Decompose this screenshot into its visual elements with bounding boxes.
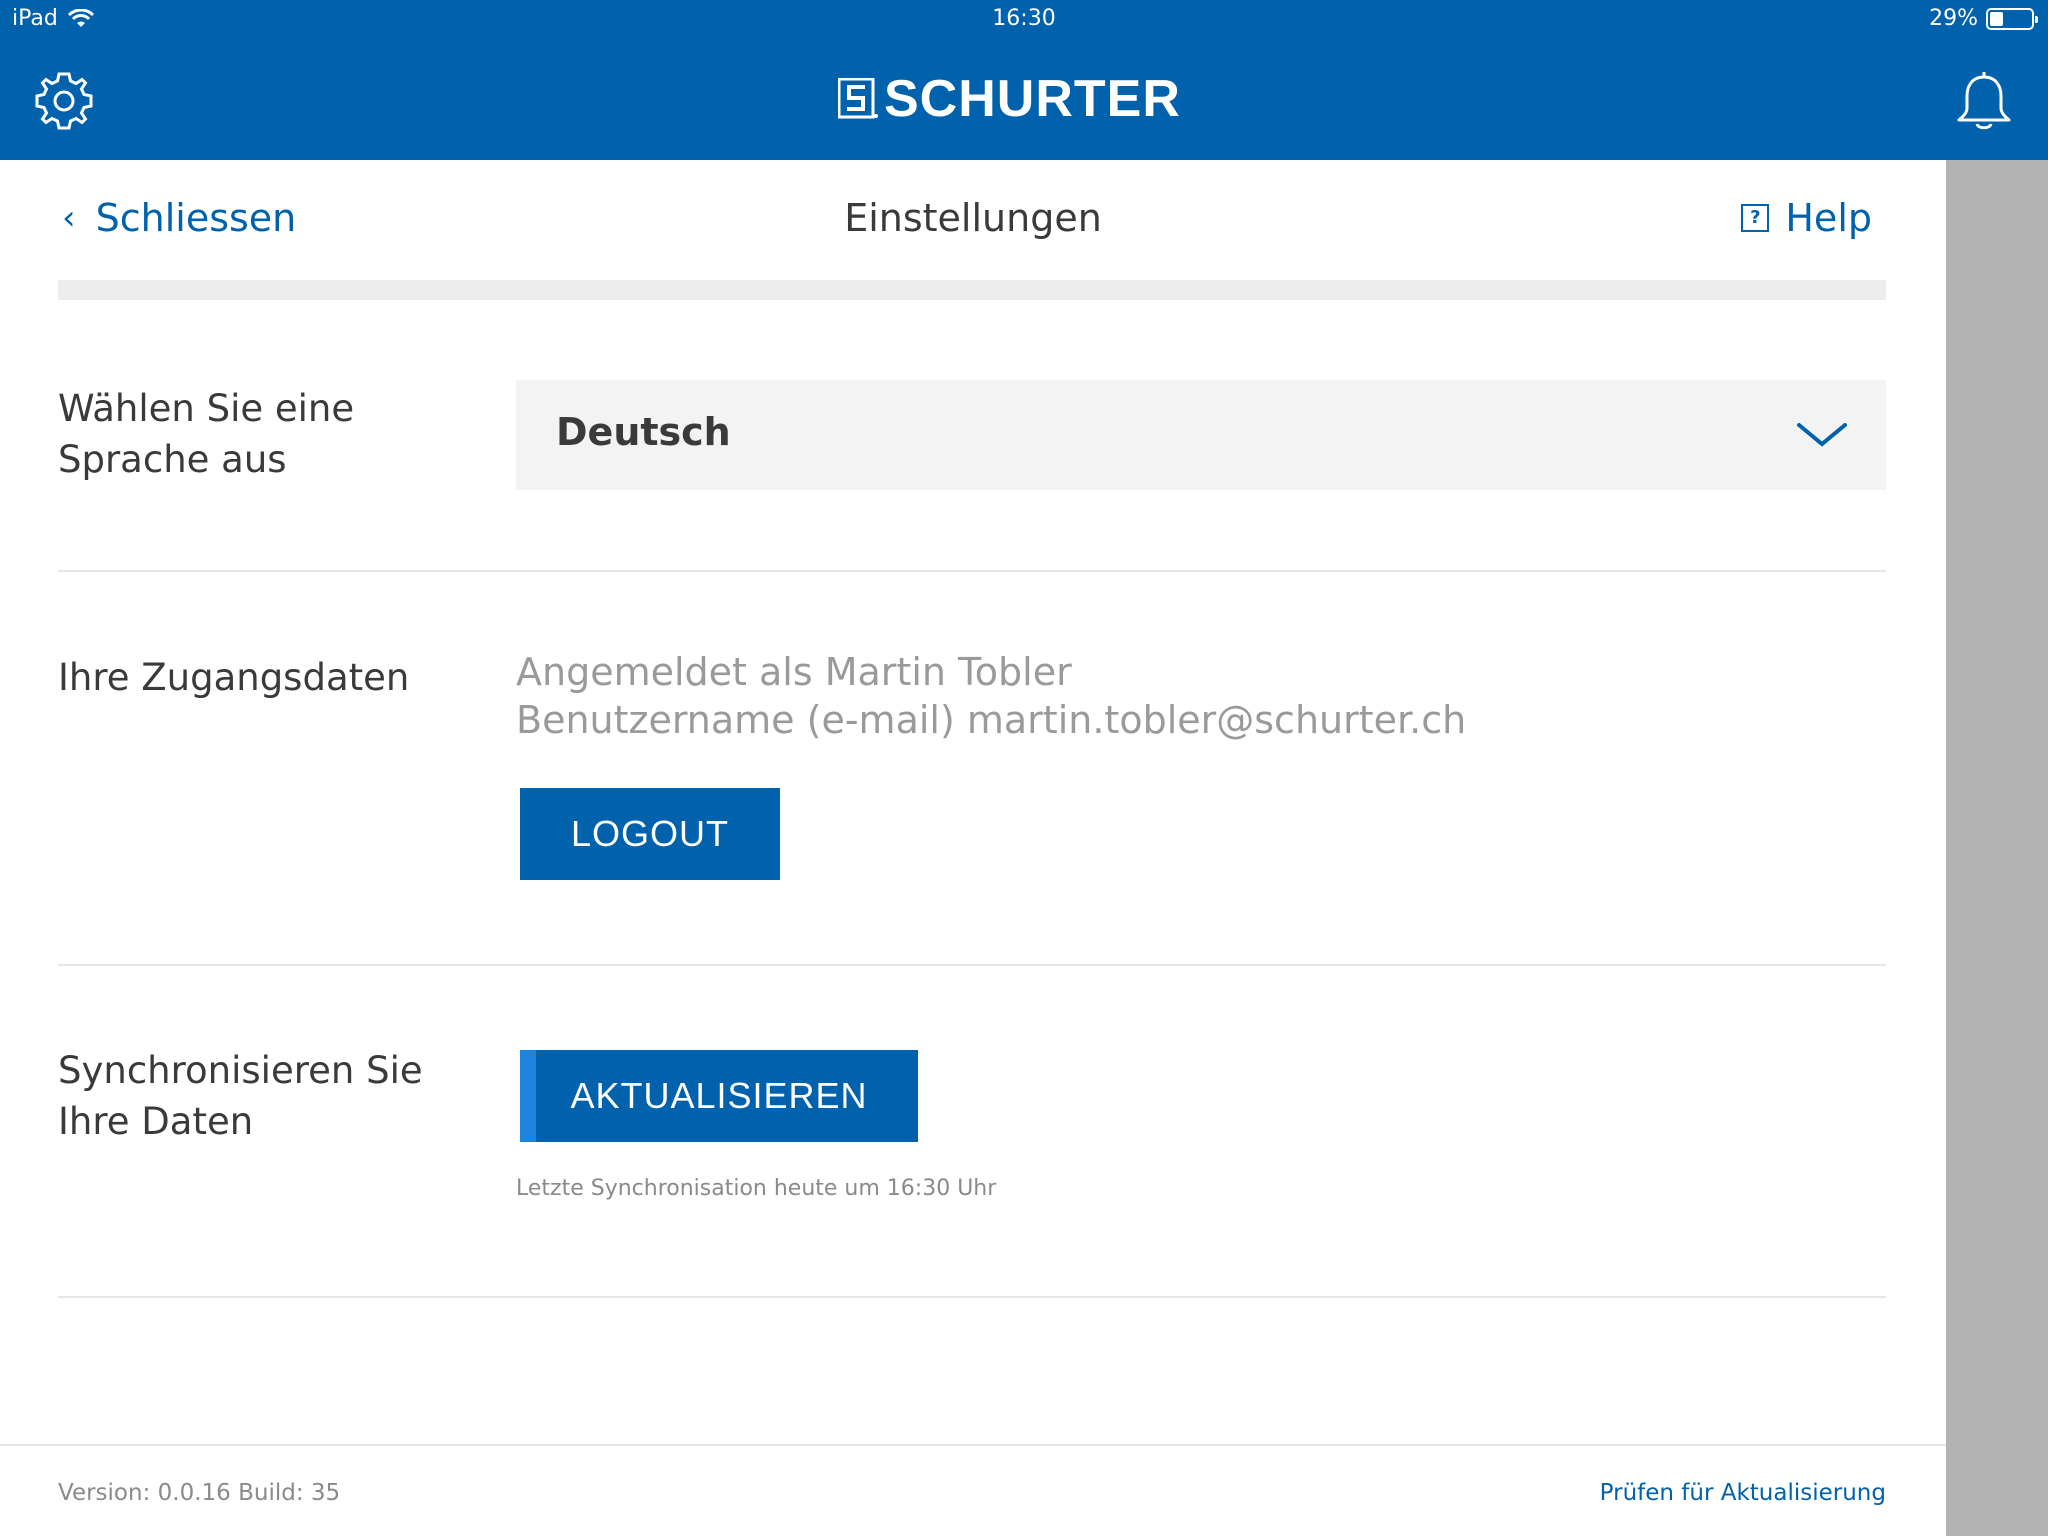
footer-divider xyxy=(0,1444,1946,1446)
sync-label-line2: Ihre Daten xyxy=(58,1100,254,1143)
section-divider xyxy=(58,1296,1886,1298)
account-label: Ihre Zugangsdaten xyxy=(58,656,410,699)
help-button[interactable]: ? Help xyxy=(1741,196,1872,240)
language-selected-value: Deutsch xyxy=(556,410,731,454)
language-select[interactable]: Deutsch xyxy=(516,380,1886,490)
update-button-label: AKTUALISIEREN xyxy=(570,1075,868,1116)
logo-mark-icon xyxy=(838,78,878,119)
sync-label-line1: Synchronisieren Sie xyxy=(58,1049,423,1092)
header-divider xyxy=(58,280,1886,300)
check-update-link[interactable]: Prüfen für Aktualisierung xyxy=(1600,1480,1886,1506)
status-time: 16:30 xyxy=(992,6,1056,31)
version-text: Version: 0.0.16 Build: 35 xyxy=(58,1480,341,1506)
username-text: Benutzername (e-mail) martin.tobler@schu… xyxy=(516,698,1467,742)
side-panel-overlay xyxy=(1946,160,2048,1536)
section-divider xyxy=(58,570,1886,572)
status-bar-right: 29% xyxy=(1929,6,2038,31)
logged-in-as-text: Angemeldet als Martin Tobler xyxy=(516,650,1072,694)
schurter-logo: SCHURTER xyxy=(838,70,1181,128)
update-button[interactable]: AKTUALISIEREN xyxy=(520,1050,918,1142)
bell-icon[interactable] xyxy=(1955,68,2013,132)
language-label-line1: Wählen Sie eine xyxy=(58,387,355,430)
battery-level xyxy=(1990,11,2003,26)
app-header: iPad 16:30 29% SCHURTER xyxy=(0,0,2048,160)
help-icon: ? xyxy=(1741,204,1770,232)
chevron-down-icon xyxy=(1797,423,1847,447)
brand-name: SCHURTER xyxy=(884,70,1181,128)
button-focus-accent xyxy=(520,1050,536,1142)
section-divider xyxy=(58,964,1886,966)
sync-label: Synchronisieren Sie Ihre Daten xyxy=(58,1045,423,1147)
battery-percent: 29% xyxy=(1929,6,1978,31)
gear-icon[interactable] xyxy=(33,70,95,132)
last-sync-text: Letzte Synchronisation heute um 16:30 Uh… xyxy=(516,1176,997,1201)
language-label-line2: Sprache aus xyxy=(58,438,287,481)
page-title: Einstellungen xyxy=(844,196,1102,240)
language-label: Wählen Sie eine Sprache aus xyxy=(58,383,354,485)
help-label: Help xyxy=(1785,196,1872,240)
logout-button[interactable]: LOGOUT xyxy=(520,788,780,880)
battery-icon xyxy=(1986,7,2038,30)
nav-bar: ‹ Schliessen Einstellungen ? Help xyxy=(0,160,1946,280)
